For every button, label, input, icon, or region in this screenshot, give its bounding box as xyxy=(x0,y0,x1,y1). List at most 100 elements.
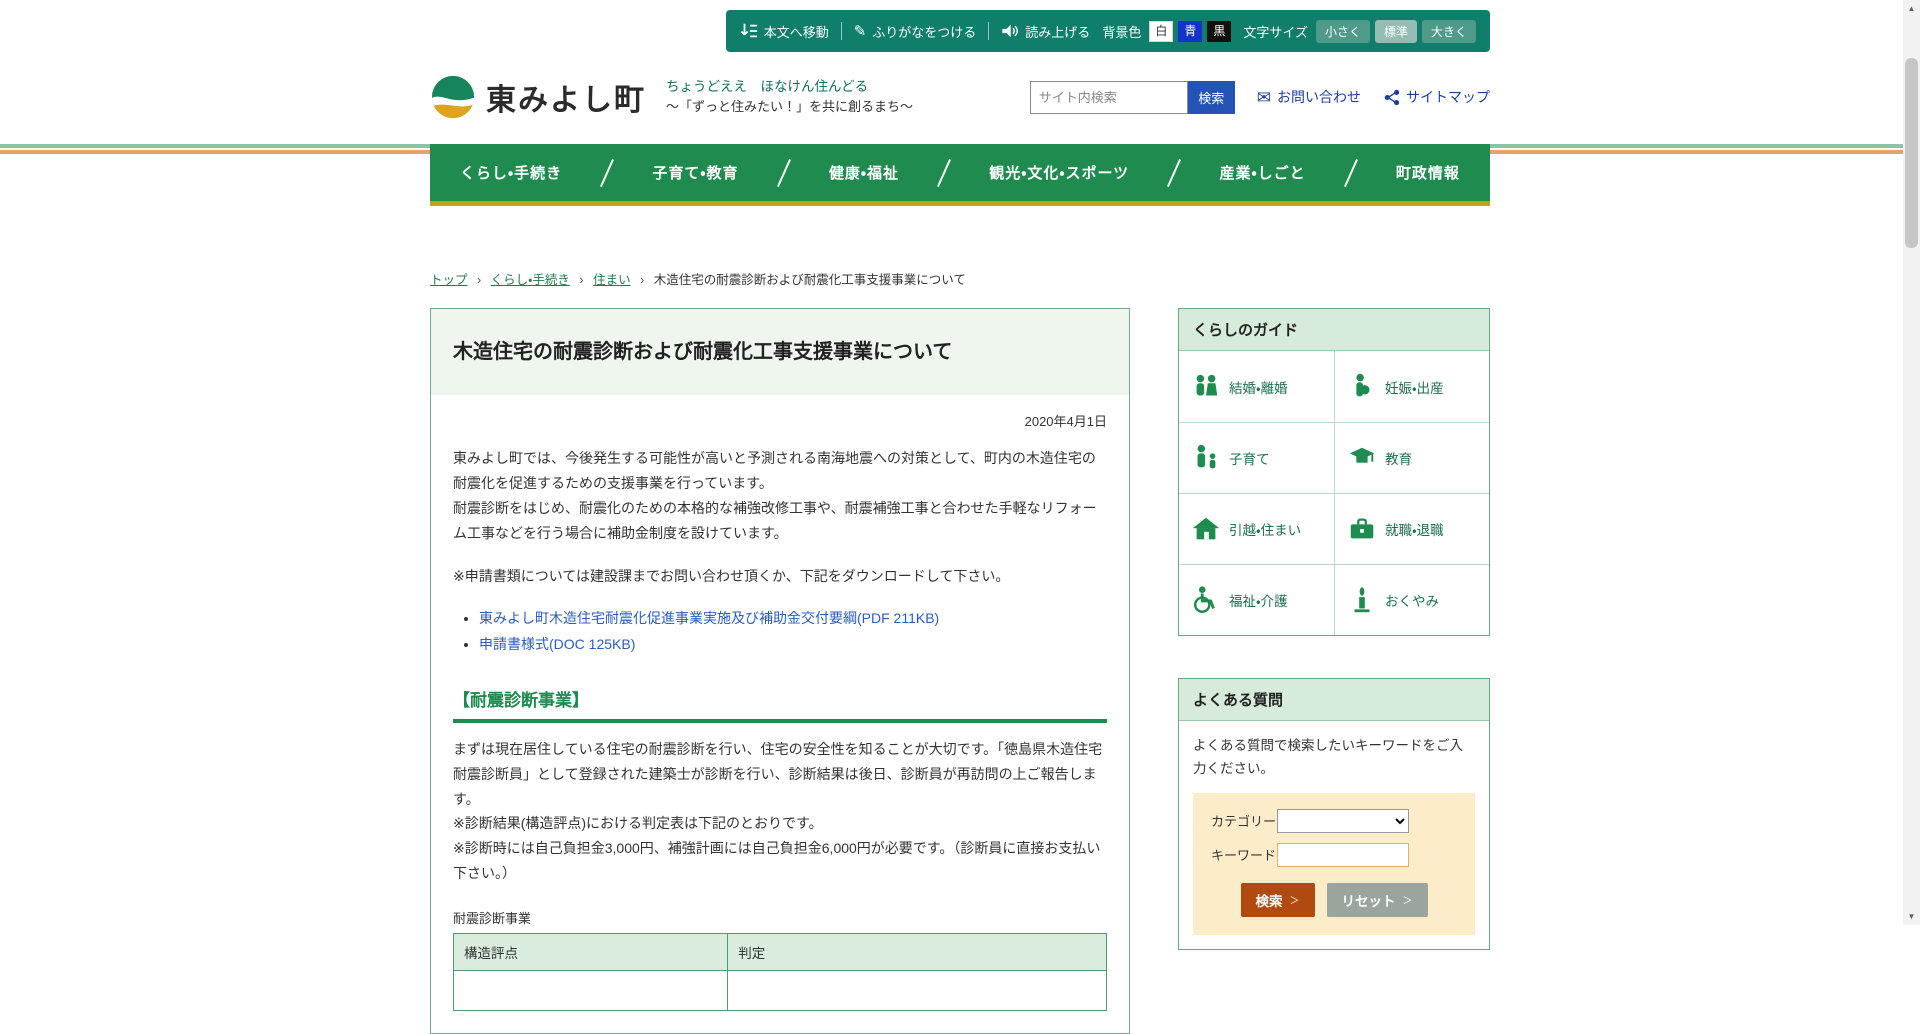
utility-divider xyxy=(988,22,989,40)
employment-icon xyxy=(1347,514,1377,544)
scroll-up-icon[interactable]: ▲ xyxy=(1903,0,1920,17)
pregnancy-icon xyxy=(1347,372,1377,402)
guide-item-childcare[interactable]: 子育て xyxy=(1179,422,1334,493)
main-columns: 木造住宅の耐震診断および耐震化工事支援事業について 2020年4月1日 東みよし… xyxy=(430,308,1490,1034)
guide-item-education[interactable]: 教育 xyxy=(1334,422,1489,493)
faq-category-row: カテゴリー xyxy=(1205,809,1463,833)
font-size-smaller-button[interactable]: 小さく xyxy=(1316,20,1370,43)
faq-search-button[interactable]: 検索 ＞ xyxy=(1241,883,1315,917)
nav-item-sangyo[interactable]: 産業・しごと xyxy=(1219,162,1305,183)
shindan-note-1: ※診断結果(構造評点)における判定表は下記のとおりです。 xyxy=(453,811,1107,836)
vertical-scrollbar: ▲ ▼ xyxy=(1903,0,1920,925)
nav-item-kanko[interactable]: 観光・文化・スポーツ xyxy=(989,162,1129,183)
faq-search-panel: カテゴリー キーワード 検索 ＞ リセット ＞ xyxy=(1193,793,1475,935)
breadcrumb: トップ › くらし・手続き › 住まい › 木造住宅の耐震診断および耐震化工事支… xyxy=(430,269,1490,288)
moving-icon xyxy=(1191,514,1221,544)
table-caption: 耐震診断事業 xyxy=(453,908,1107,927)
education-icon xyxy=(1347,443,1377,473)
furigana-link[interactable]: ✎ ふりがなをつける xyxy=(854,22,977,41)
bg-color-white-button[interactable]: 白 xyxy=(1149,21,1173,42)
contact-label: お問い合わせ xyxy=(1277,87,1361,107)
utility-row: 本文へ移動 ✎ ふりがなをつける 読み上げる 背景色 白 青 黒 文字サイズ 小… xyxy=(430,0,1490,52)
shindan-paragraph: まずは現在居住している住宅の耐震診断を行い、住宅の安全性を知ることが大切です。「… xyxy=(453,737,1107,812)
taglines: ちょうどええ ほなけん住んどる ～「ずっと住みたい！」を共に創るまち～ xyxy=(666,77,913,117)
nav-separator xyxy=(777,158,791,186)
nav-item-chosei[interactable]: 町政情報 xyxy=(1396,162,1460,183)
font-size-label: 文字サイズ xyxy=(1243,22,1308,41)
faq-body: よくある質問で検索したいキーワードをご入力ください。 カテゴリー キーワード 検… xyxy=(1179,721,1489,949)
sitemap-label: サイトマップ xyxy=(1406,87,1490,107)
read-aloud-link[interactable]: 読み上げる xyxy=(1001,22,1090,41)
main-navigation: くらし・手続き 子育て・教育 健康・福祉 観光・文化・スポーツ 産業・しごと 町… xyxy=(430,144,1490,206)
envelope-icon: ✉ xyxy=(1257,89,1271,106)
site-brand[interactable]: 東みよし町 xyxy=(430,74,646,120)
speaker-icon xyxy=(1001,22,1019,40)
download-link-pdf[interactable]: 東みよし町木造住宅耐震化促進事業実施及び補助金交付要綱(PDF 211KB) xyxy=(479,610,939,626)
site-search: 検索 xyxy=(1030,81,1235,114)
font-size-larger-button[interactable]: 大きく xyxy=(1422,20,1476,43)
breadcrumb-kurashi[interactable]: くらし・手続き xyxy=(491,273,570,287)
article-header: 木造住宅の耐震診断および耐震化工事支援事業について xyxy=(431,309,1129,395)
nav-item-kosodate[interactable]: 子育て・教育 xyxy=(652,162,738,183)
faq-description: よくある質問で検索したいキーワードをご入力ください。 xyxy=(1193,735,1475,781)
sitemap-link[interactable]: サイトマップ xyxy=(1383,87,1490,107)
faq-category-label: カテゴリー xyxy=(1211,811,1277,830)
condolence-icon xyxy=(1347,585,1377,615)
download-links: 東みよし町木造住宅耐震化促進事業実施及び補助金交付要綱(PDF 211KB) 申… xyxy=(453,605,1107,658)
bg-color-blue-button[interactable]: 青 xyxy=(1178,21,1202,42)
sitemap-icon xyxy=(1383,89,1400,106)
scrollbar-thumb[interactable] xyxy=(1905,58,1918,248)
table-header-kouzou: 構造評点 xyxy=(454,934,728,971)
guide-item-condolence[interactable]: おくやみ xyxy=(1334,564,1489,635)
background-color-label: 背景色 xyxy=(1102,22,1141,41)
guide-item-label: 就職・退職 xyxy=(1385,519,1444,539)
breadcrumb-current: 木造住宅の耐震診断および耐震化工事支援事業について xyxy=(654,273,966,287)
utility-bar: 本文へ移動 ✎ ふりがなをつける 読み上げる 背景色 白 青 黒 文字サイズ 小… xyxy=(726,10,1490,52)
breadcrumb-sumai[interactable]: 住まい xyxy=(593,273,631,287)
site-search-input[interactable] xyxy=(1030,81,1188,114)
nav-item-kurashi[interactable]: くらし・手続き xyxy=(460,162,562,183)
guide-item-welfare[interactable]: 福祉・介護 xyxy=(1179,564,1334,635)
marriage-icon xyxy=(1191,372,1221,402)
faq-keyword-row: キーワード xyxy=(1205,843,1463,867)
publish-date: 2020年4月1日 xyxy=(453,411,1107,430)
page-title: 木造住宅の耐震診断および耐震化工事支援事業について xyxy=(453,337,1107,367)
guide-item-label: おくやみ xyxy=(1385,590,1439,610)
table-cell xyxy=(454,971,728,1011)
guide-item-pregnancy[interactable]: 妊娠・出産 xyxy=(1334,351,1489,422)
application-note: ※申請書類については建設課までお問い合わせ頂くか、下記をダウンロードして下さい。 xyxy=(453,564,1107,589)
bg-color-black-button[interactable]: 黒 xyxy=(1207,21,1231,42)
nav-strip: くらし・手続き 子育て・教育 健康・福祉 観光・文化・スポーツ 産業・しごと 町… xyxy=(0,144,1920,211)
welfare-icon xyxy=(1191,585,1221,615)
faq-category-select[interactable] xyxy=(1277,809,1409,833)
site-search-button[interactable]: 検索 xyxy=(1188,81,1235,114)
shindan-note-2: ※診断時には自己負担金3,000円、補強計画には自己負担金6,000円が必要です… xyxy=(453,836,1107,886)
guide-item-employment[interactable]: 就職・退職 xyxy=(1334,493,1489,564)
faq-keyword-input[interactable] xyxy=(1277,843,1409,867)
guide-item-moving[interactable]: 引越・住まい xyxy=(1179,493,1334,564)
tagline-1: ちょうどええ ほなけん住んどる xyxy=(666,77,913,97)
download-link-doc[interactable]: 申請書様式(DOC 125KB) xyxy=(479,636,635,652)
faq-search-button-label: 検索 xyxy=(1256,890,1283,910)
nav-item-kenko[interactable]: 健康・福祉 xyxy=(829,162,899,183)
table-header-row: 構造評点 判定 xyxy=(454,934,1107,971)
breadcrumb-separator: › xyxy=(579,273,583,287)
table-row xyxy=(454,971,1107,1011)
scroll-down-icon[interactable]: ▼ xyxy=(1903,908,1920,925)
guide-item-label: 結婚・離婚 xyxy=(1229,377,1288,397)
furigana-label: ふりがなをつける xyxy=(872,22,976,41)
contact-link[interactable]: ✉ お問い合わせ xyxy=(1257,87,1361,107)
breadcrumb-home[interactable]: トップ xyxy=(430,273,468,287)
read-aloud-label: 読み上げる xyxy=(1025,22,1090,41)
nav-separator xyxy=(937,158,951,186)
font-size-standard-button[interactable]: 標準 xyxy=(1375,20,1417,43)
section-heading-shindan: 【耐震診断事業】 xyxy=(453,686,1107,711)
nav-separator xyxy=(1167,158,1181,186)
guide-item-label: 引越・住まい xyxy=(1229,519,1301,539)
skip-to-content-link[interactable]: 本文へ移動 xyxy=(740,22,829,41)
utility-divider xyxy=(841,22,842,40)
faq-box: よくある質問 よくある質問で検索したいキーワードをご入力ください。 カテゴリー … xyxy=(1178,678,1490,950)
sidebar: くらしのガイド 結婚・離婚 妊娠・出産 xyxy=(1178,308,1490,950)
faq-reset-button[interactable]: リセット ＞ xyxy=(1327,883,1428,917)
guide-item-marriage[interactable]: 結婚・離婚 xyxy=(1179,351,1334,422)
